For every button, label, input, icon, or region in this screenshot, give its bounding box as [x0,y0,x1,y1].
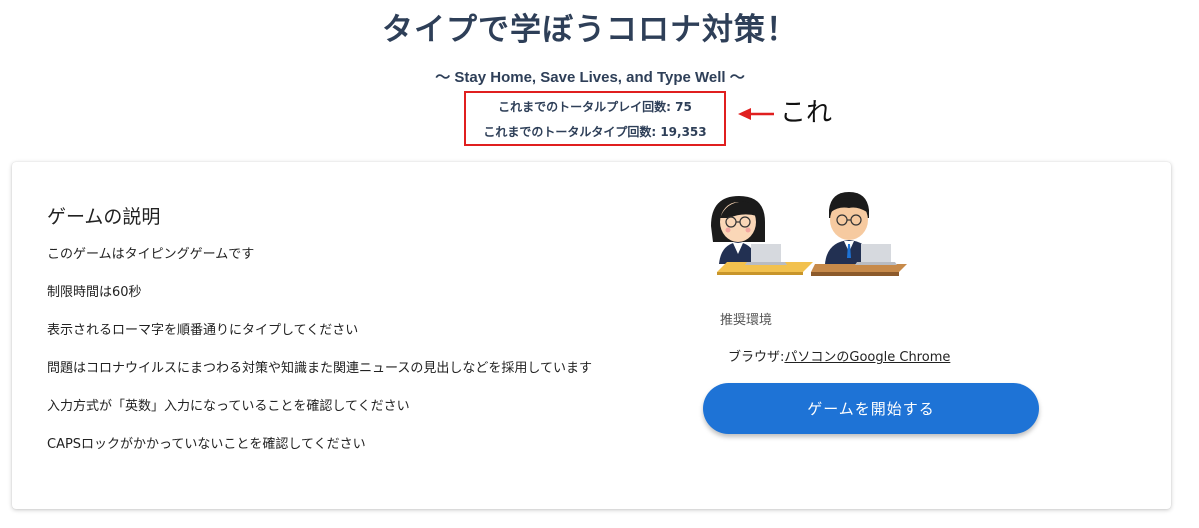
page-subtitle: 〜 Stay Home, Save Lives, and Type Well 〜 [435,69,745,86]
man-figure [811,192,907,276]
woman-figure [711,196,813,275]
page-title: タイプで学ぼうコロナ対策！ [382,12,798,48]
description-item: 問題はコロナウイルスにまつわる対策や知識また関連ニュースの見出しなどを採用してい… [47,361,592,376]
description-item: 制限時間は60秒 [47,285,142,300]
description-item: 表示されるローマ字を順番通りにタイプしてください [47,323,359,338]
recommended-env-label: 推奨環境 [720,313,773,328]
description-item: CAPSロックがかかっていないことを確認してください [47,437,366,452]
annotation-text: これ [780,98,833,128]
description-item: このゲームはタイピングゲームです [47,247,255,262]
total-play-count: これまでのトータルプレイ回数: 75 [498,100,692,114]
people-at-laptops-illustration [711,192,907,276]
start-game-button[interactable]: ゲームを開始する [703,383,1039,434]
browser-prefix: ブラウザ: [728,350,785,365]
stats-box: これまでのトータルプレイ回数: 75 これまでのトータルタイプ回数: 19,35… [464,91,726,146]
description-list: このゲームはタイピングゲームです 制限時間は60秒 表示されるローマ字を順番通り… [47,248,592,476]
arrow-left-icon [738,108,774,120]
card-title: ゲームの説明 [47,206,161,228]
browser-link[interactable]: パソコンのGoogle Chrome [784,350,950,365]
total-type-count: これまでのトータルタイプ回数: 19,353 [483,125,707,139]
browser-requirement: ブラウザ:パソコンのGoogle Chrome [728,346,950,365]
game-description-card: ゲームの説明 このゲームはタイピングゲームです 制限時間は60秒 表示されるロー… [12,162,1171,509]
description-item: 入力方式が「英数」入力になっていることを確認してください [47,399,410,414]
